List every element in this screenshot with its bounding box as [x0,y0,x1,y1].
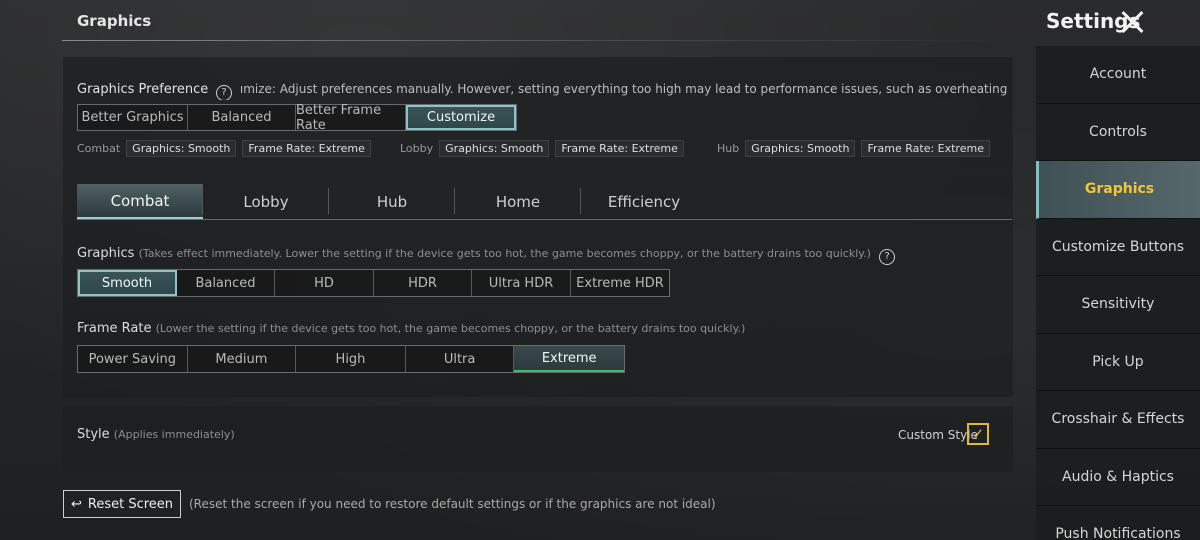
help-icon[interactable]: ? [216,85,233,100]
tab-home[interactable]: Home [455,184,581,219]
graphics-quality-selector: Smooth Balanced HD HDR Ultra HDR Extreme… [77,269,670,297]
frame-rate-label: Frame Rate [77,321,152,336]
summary-frame-rate-tag: Frame Rate: Extreme [861,140,990,157]
hub-summary: Hub Graphics: Smooth Frame Rate: Extreme [717,140,990,157]
style-hint: (Applies immediately) [113,428,235,441]
reset-icon: ↩ [70,496,82,512]
preference-better-frame-rate[interactable]: Better Frame Rate [296,103,406,133]
graphics-preference-hint: ımize: Adjust preferences manually. Howe… [239,82,1007,96]
sidebar-item-audio-haptics[interactable]: Audio & Haptics [1036,448,1200,506]
custom-style-checkbox[interactable]: ✓ [967,423,989,445]
summary-graphics-tag: Graphics: Smooth [439,140,550,157]
frame-rate-high[interactable]: High [296,346,406,372]
reset-screen-button[interactable]: ↩ Reset Screen [63,490,181,518]
sidebar-item-graphics[interactable]: Graphics [1036,161,1200,219]
graphics-preference-label: Graphics Preference [77,82,209,97]
sidebar-item-pick-up[interactable]: Pick Up [1036,333,1200,391]
sidebar-item-sensitivity[interactable]: Sensitivity [1036,276,1200,334]
custom-style-label: Custom Style [898,428,978,442]
style-label: Style [77,427,110,442]
frame-rate-ultra[interactable]: Ultra [406,346,515,372]
sidebar-item-crosshair-effects[interactable]: Crosshair & Effects [1036,391,1200,449]
help-icon[interactable]: ? [879,249,896,265]
sidebar-item-customize-buttons[interactable]: Customize Buttons [1036,218,1200,276]
close-icon[interactable] [1120,10,1144,34]
graphics-hd[interactable]: HD [275,270,374,296]
summary-frame-rate-tag: Frame Rate: Extreme [242,140,371,157]
tab-lobby[interactable]: Lobby [203,184,329,219]
sidebar-item-controls[interactable]: Controls [1036,103,1200,161]
lobby-summary: Lobby Graphics: Smooth Frame Rate: Extre… [400,140,684,157]
combat-summary: Combat Graphics: Smooth Frame Rate: Extr… [77,140,371,157]
graphics-smooth[interactable]: Smooth [78,270,177,296]
checkmark-icon: ✓ [971,425,985,443]
frame-rate-extreme[interactable]: Extreme [514,346,624,372]
graphics-section-label: Graphics (Takes effect immediately. Lowe… [77,246,899,265]
title-divider [62,40,1012,41]
graphics-hint: (Takes effect immediately. Lower the set… [138,247,871,260]
graphics-balanced[interactable]: Balanced [177,270,275,296]
tab-hub[interactable]: Hub [329,184,455,219]
summary-mode: Lobby [400,142,434,155]
page-title: Graphics [77,12,152,30]
graphics-preference-selector: Better Graphics Balanced Better Frame Ra… [77,103,517,133]
reset-screen-label: Reset Screen [87,496,174,512]
graphics-preference-row: Graphics Preference ? ımize: Adjust pref… [77,82,1007,100]
style-section-label: Style (Applies immediately) [77,427,235,442]
summary-graphics-tag: Graphics: Smooth [126,140,237,157]
summary-mode: Hub [717,142,740,155]
settings-sidebar: Account Controls Graphics Customize Butt… [1036,46,1200,540]
sidebar-item-account[interactable]: Account [1036,46,1200,104]
graphics-ultra-hdr[interactable]: Ultra HDR [472,270,571,296]
tab-combat[interactable]: Combat [77,184,203,219]
graphics-extreme-hdr[interactable]: Extreme HDR [571,270,669,296]
frame-rate-medium[interactable]: Medium [188,346,297,372]
preference-customize[interactable]: Customize [406,105,516,130]
sidebar-item-push-notifications[interactable]: Push Notifications [1036,506,1200,540]
summary-mode: Combat [77,142,121,155]
graphics-hdr[interactable]: HDR [374,270,472,296]
summary-graphics-tag: Graphics: Smooth [745,140,856,157]
frame-rate-selector: Power Saving Medium High Ultra Extreme [77,345,625,373]
graphics-label: Graphics [77,246,135,261]
mode-tabs: Combat Lobby Hub Home Efficiency [77,184,1012,220]
frame-rate-hint: (Lower the setting if the device gets to… [155,322,746,335]
frame-rate-section-label: Frame Rate (Lower the setting if the dev… [77,321,745,336]
summary-frame-rate-tag: Frame Rate: Extreme [555,140,684,157]
frame-rate-power-saving[interactable]: Power Saving [78,346,188,372]
preference-better-graphics[interactable]: Better Graphics [78,105,188,130]
preference-balanced[interactable]: Balanced [188,105,296,130]
reset-hint: (Reset the screen if you need to restore… [189,497,716,511]
tab-efficiency[interactable]: Efficiency [581,184,707,219]
